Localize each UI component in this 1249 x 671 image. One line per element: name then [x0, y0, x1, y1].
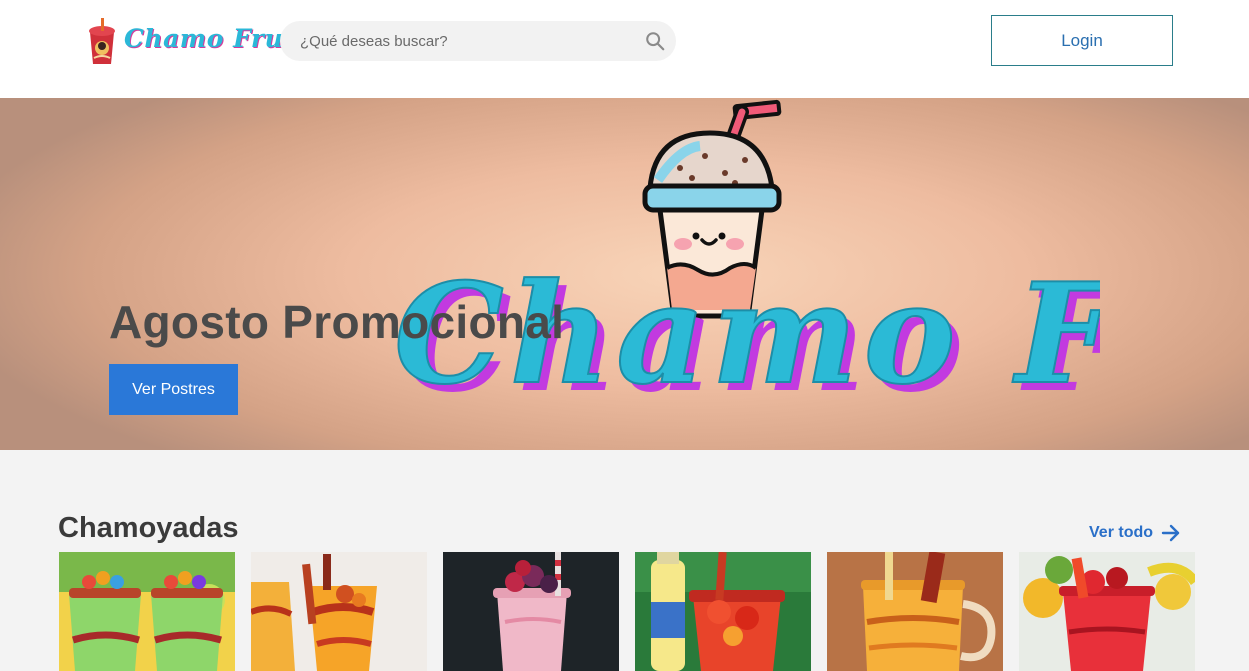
- arrow-right-icon: [1161, 524, 1180, 542]
- brand-logo[interactable]: Chamo Frut: [84, 18, 295, 66]
- product-card[interactable]: [443, 552, 619, 671]
- site-header: Chamo Frut Login: [0, 0, 1249, 98]
- product-image: [443, 552, 619, 671]
- login-button[interactable]: Login: [991, 15, 1173, 66]
- search-bar: [280, 21, 676, 61]
- product-image: [1019, 552, 1195, 671]
- ver-postres-button[interactable]: Ver Postres: [109, 364, 238, 415]
- logo-text: Chamo Frut: [124, 24, 296, 53]
- product-image: [251, 552, 427, 671]
- product-carousel: [59, 552, 1195, 671]
- search-input[interactable]: [280, 21, 640, 61]
- product-card[interactable]: [1019, 552, 1195, 671]
- hero-title: Agosto Promocional: [109, 296, 565, 348]
- product-image: [635, 552, 811, 671]
- hero-banner: Chamo Frut Chamo Frut Agosto Promocional…: [0, 98, 1249, 450]
- product-card[interactable]: [635, 552, 811, 671]
- product-card[interactable]: [59, 552, 235, 671]
- product-image: [827, 552, 1003, 671]
- product-card[interactable]: [251, 552, 427, 671]
- hero-brand-illustration: Chamo Frut Chamo Frut: [393, 99, 1100, 423]
- see-all-link[interactable]: Ver todo: [1089, 523, 1181, 543]
- logo-cup-icon: [89, 18, 115, 64]
- product-image: [59, 552, 235, 671]
- product-card[interactable]: [827, 552, 1003, 671]
- section-title: Chamoyadas: [58, 512, 239, 544]
- search-icon[interactable]: [644, 30, 666, 52]
- see-all-label: Ver todo: [1089, 524, 1154, 541]
